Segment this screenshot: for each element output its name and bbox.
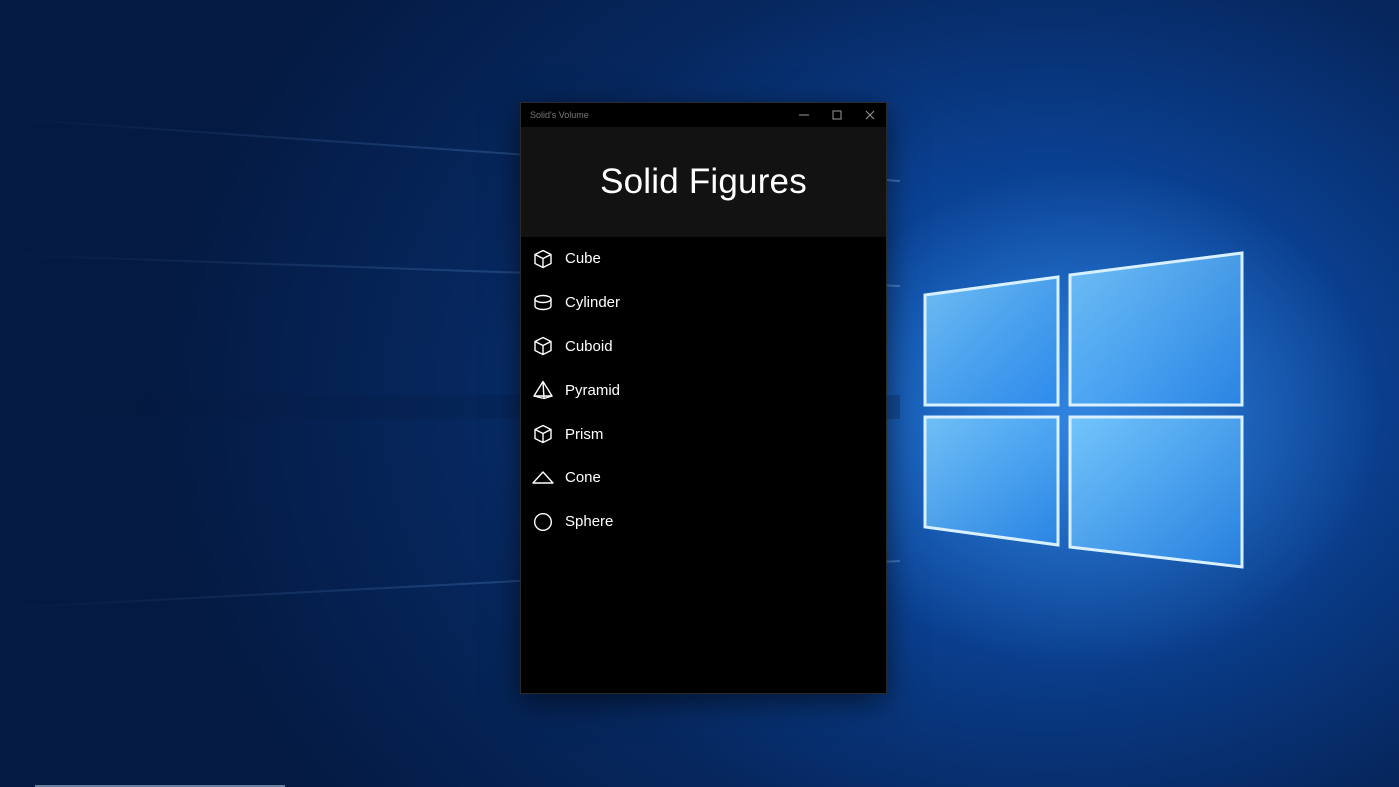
list-item-prism[interactable]: Prism	[521, 412, 886, 456]
list-item-label: Cuboid	[565, 337, 613, 355]
desktop-background: Solid's Volume Solid Figures Cube Cylind…	[0, 0, 1399, 787]
app-window: Solid's Volume Solid Figures Cube Cylind…	[521, 103, 886, 693]
minimize-icon	[798, 114, 809, 116]
close-icon	[865, 110, 874, 120]
list-item-label: Cone	[565, 469, 601, 487]
windows-logo-wallpaper-icon	[923, 251, 1244, 569]
list-item-cylinder[interactable]: Cylinder	[521, 281, 886, 325]
list-item-label: Pyramid	[565, 381, 621, 399]
cylinder-icon	[532, 292, 554, 314]
pyramid-icon	[532, 379, 554, 401]
title-bar[interactable]: Solid's Volume	[521, 103, 886, 127]
cuboid-icon	[532, 335, 554, 357]
list-item-cuboid[interactable]: Cuboid	[521, 325, 886, 369]
solid-figures-list: Cube Cylinder Cuboid Pyramid Prism Cone …	[521, 237, 886, 544]
list-item-pyramid[interactable]: Pyramid	[521, 368, 886, 412]
minimize-button[interactable]	[787, 103, 820, 127]
window-title: Solid's Volume	[530, 110, 589, 120]
list-item-cube[interactable]: Cube	[521, 237, 886, 281]
close-button[interactable]	[853, 103, 886, 127]
list-item-cone[interactable]: Cone	[521, 456, 886, 500]
list-item-sphere[interactable]: Sphere	[521, 500, 886, 544]
list-item-label: Cube	[565, 250, 601, 268]
maximize-icon	[832, 110, 841, 120]
list-item-label: Sphere	[565, 513, 614, 531]
cube-icon	[532, 248, 554, 270]
maximize-button[interactable]	[820, 103, 853, 127]
cone-icon	[532, 467, 554, 489]
page-title: Solid Figures	[600, 162, 807, 201]
sphere-icon	[532, 511, 554, 533]
page-header: Solid Figures	[521, 127, 886, 237]
list-item-label: Prism	[565, 425, 604, 443]
list-item-label: Cylinder	[565, 294, 621, 312]
prism-icon	[532, 423, 554, 445]
